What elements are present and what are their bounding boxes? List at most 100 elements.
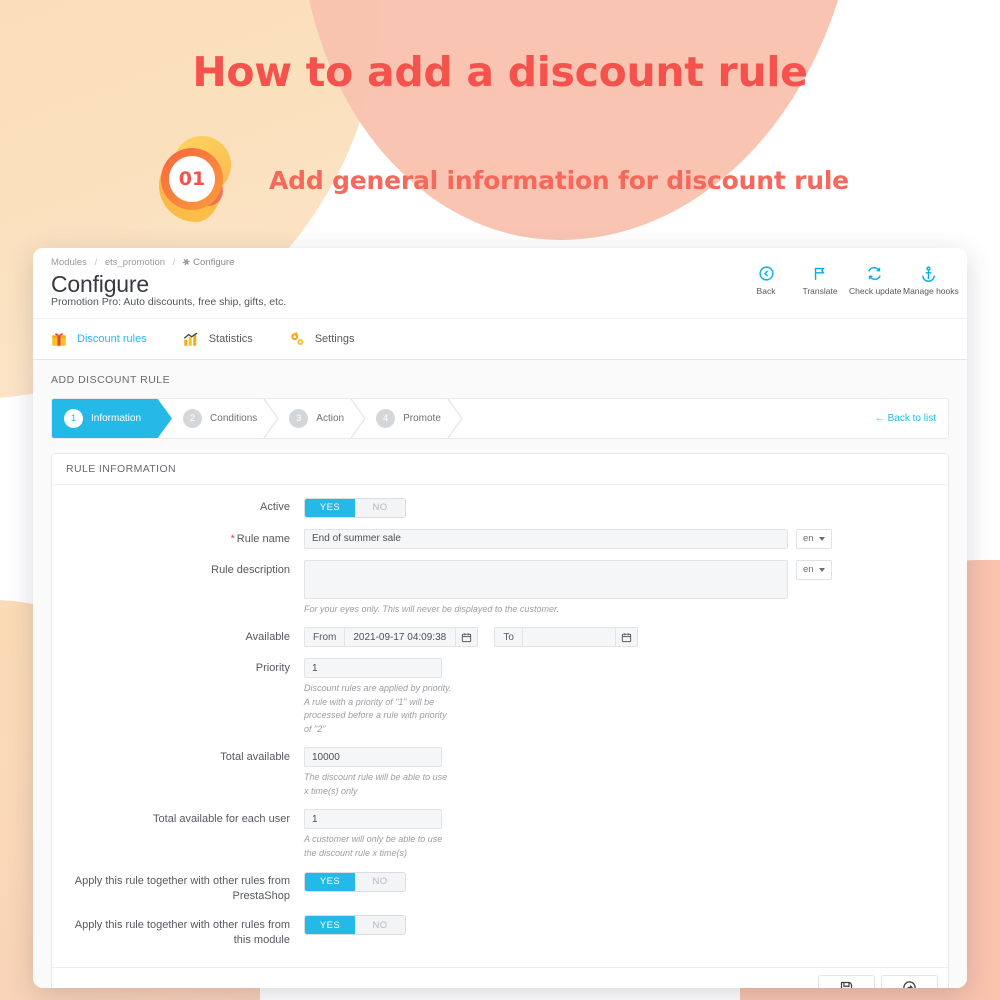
wizard-step-2-label: Conditions (210, 413, 258, 425)
rule-name-language-value: en (803, 533, 814, 545)
panel-content: ADD DISCOUNT RULE 1 Information 2 Condit… (33, 360, 967, 988)
total-available-user-input[interactable]: 1 (304, 809, 442, 830)
rule-description-language-select[interactable]: en (796, 559, 832, 580)
field-row-apply-prestashop: Apply this rule together with other rule… (52, 871, 948, 904)
toolbar-check-update-button[interactable]: Check update (849, 262, 902, 296)
save-and-next-button[interactable]: Save & Next (881, 974, 938, 988)
floppy-disk-icon (839, 980, 854, 988)
wizard-arrow-4 (447, 399, 463, 439)
toolbar-back-button[interactable]: Back (741, 262, 791, 296)
active-toggle-yes[interactable]: YES (305, 498, 355, 517)
field-row-rule-description: Rule description en For your eyes only. … (52, 559, 948, 617)
apply-module-no[interactable]: NO (355, 916, 405, 935)
tab-settings[interactable]: Settings (287, 329, 354, 349)
breadcrumb-module[interactable]: ets_promotion (105, 257, 165, 268)
total-available-input[interactable]: 10000 (304, 747, 442, 768)
gift-icon (49, 329, 69, 349)
apply-module-yes[interactable]: YES (305, 916, 355, 935)
card-footer: Save & Stay Save & Next (52, 966, 948, 988)
priority-label: Priority (255, 662, 290, 675)
wizard-step-4-label: Promote (403, 413, 441, 425)
breadcrumb-root[interactable]: Modules (51, 257, 87, 268)
available-from-input[interactable]: 2021-09-17 04:09:38 (345, 628, 456, 647)
tab-discount-rules-label: Discount rules (77, 333, 147, 346)
rule-description-language-value: en (803, 564, 814, 576)
gears-icon (287, 329, 307, 349)
form-spacer (52, 959, 948, 967)
header-toolbar: Back Translate Check update Manage hooks (741, 262, 959, 296)
wizard-step-2-number: 2 (183, 409, 203, 429)
active-toggle-no[interactable]: NO (355, 498, 405, 517)
wizard-step-conditions[interactable]: 2 Conditions (173, 399, 263, 438)
total-available-label: Total available (220, 751, 290, 764)
step-heading: 01 Add general information for discount … (0, 132, 1000, 228)
apply-module-toggle[interactable]: YES NO (304, 915, 406, 936)
field-row-total-available: Total available 10000 The discount rule … (52, 747, 948, 798)
wizard-step-1-number: 1 (64, 409, 83, 429)
refresh-icon (849, 262, 899, 284)
active-label: Active (260, 501, 290, 514)
anchor-icon (903, 262, 953, 284)
wizard-arrow-3 (350, 399, 366, 439)
apply-prestashop-no[interactable]: NO (355, 872, 405, 891)
wizard-arrow-2 (263, 399, 280, 439)
wizard-step-1-label: Information (91, 413, 142, 425)
hero-section: How to add a discount rule 01 Add genera… (0, 0, 1000, 228)
save-and-stay-button[interactable]: Save & Stay (818, 974, 875, 988)
apply-prestashop-toggle[interactable]: YES NO (304, 871, 406, 892)
tab-discount-rules[interactable]: Discount rules (49, 329, 147, 349)
calendar-icon-to[interactable] (614, 628, 637, 647)
rule-description-hint: For your eyes only. This will never be d… (304, 603, 560, 614)
arrow-right-circle-icon (902, 980, 917, 988)
page-root: How to add a discount rule 01 Add genera… (0, 0, 1000, 1000)
toolbar-translate-label: Translate (802, 286, 838, 296)
total-available-user-label: Total available for each user (153, 813, 290, 826)
required-marker: * (230, 532, 235, 545)
wizard-step-information[interactable]: 1 Information (52, 399, 158, 439)
toolbar-manage-hooks-label: Manage hooks (903, 286, 959, 296)
tab-statistics[interactable]: Statistics (181, 329, 253, 349)
available-from-group: From 2021-09-17 04:09:38 (304, 627, 479, 648)
toolbar-manage-hooks-button[interactable]: Manage hooks (903, 262, 959, 296)
toolbar-check-update-label: Check update (849, 286, 902, 296)
field-row-total-available-user: Total available for each user 1 A custom… (52, 809, 948, 860)
configure-subtitle: Promotion Pro: Auto discounts, free ship… (51, 296, 287, 309)
flag-icon (795, 262, 845, 284)
wizard-steps: 1 Information 2 Conditions 3 Action 4 Pr… (51, 398, 949, 440)
step-number-badge: 01 (151, 132, 247, 228)
calendar-icon-from[interactable] (455, 628, 478, 647)
wizard-step-promote[interactable]: 4 Promote (366, 399, 447, 438)
rule-description-label: Rule description (211, 563, 290, 576)
wizard-step-action[interactable]: 3 Action (279, 399, 350, 438)
rule-name-label: * Rule name (230, 532, 290, 545)
rule-name-input[interactable]: End of summer sale (304, 528, 788, 549)
back-to-list-link[interactable]: ← Back to list (875, 413, 936, 424)
section-title: ADD DISCOUNT RULE (51, 374, 171, 387)
back-circle-arrow-icon (741, 262, 791, 284)
rule-information-body: Active YES NO * Rule name End of summer … (52, 485, 948, 966)
available-to-input[interactable] (522, 628, 615, 647)
toolbar-translate-button[interactable]: Translate (795, 262, 845, 296)
chevron-down-icon (818, 536, 825, 541)
apply-prestashop-label: Apply this rule together with other rule… (74, 875, 290, 902)
field-row-active: Active YES NO (52, 497, 948, 518)
priority-input[interactable]: 1 (304, 658, 442, 679)
chevron-down-icon (818, 567, 825, 572)
active-toggle[interactable]: YES NO (304, 497, 406, 518)
apply-prestashop-yes[interactable]: YES (305, 872, 355, 891)
apply-module-label: Apply this rule together with other rule… (74, 918, 290, 946)
rule-description-textarea[interactable] (304, 559, 788, 599)
rule-name-language-select[interactable]: en (796, 528, 832, 549)
field-row-available: Available From 2021-09-17 04:09:38 To (52, 627, 948, 648)
panel-header: Modules / ets_promotion / ✱ Configure Co… (33, 248, 967, 319)
wrench-icon: ✱ (180, 255, 193, 269)
wizard-arrow-1 (157, 399, 173, 439)
breadcrumb-separator-2: / (172, 257, 176, 268)
bar-chart-icon (181, 329, 201, 349)
field-row-apply-module: Apply this rule together with other rule… (52, 915, 948, 948)
priority-hint: Discount rules are applied by priority. … (304, 683, 452, 734)
rule-information-card: RULE INFORMATION Active YES NO * Rule na… (51, 453, 949, 988)
breadcrumb-separator-1: / (94, 257, 98, 268)
module-tabs: Discount rules Statistics Settings (33, 318, 967, 361)
wizard-step-4-number: 4 (376, 409, 396, 429)
